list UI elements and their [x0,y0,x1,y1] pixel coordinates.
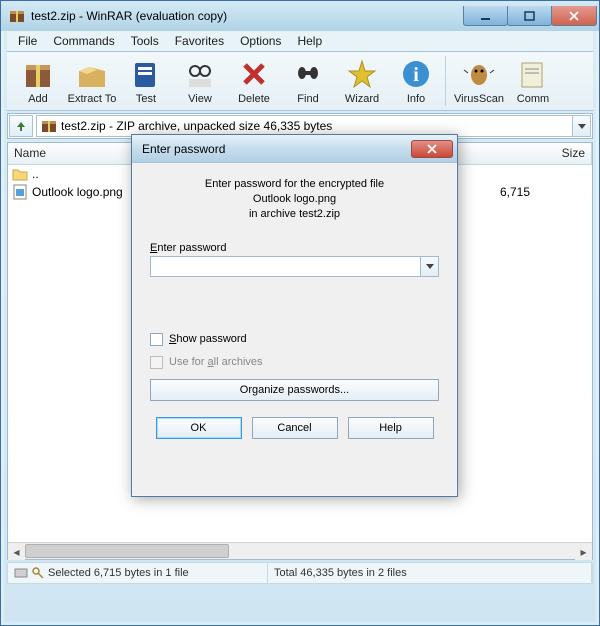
password-dialog: Enter password Enter password for the en… [131,134,458,497]
cancel-button[interactable]: Cancel [252,417,338,439]
chevron-down-icon [426,264,434,269]
toolbar-extract-label: Extract To [68,93,117,105]
show-password-label: Show password [169,333,247,345]
dialog-title: Enter password [142,142,411,156]
chevron-down-icon [578,124,586,129]
toolbar-separator [445,56,450,106]
maximize-button[interactable] [507,6,552,26]
menu-help[interactable]: Help [290,32,329,50]
show-password-checkbox[interactable] [150,333,163,346]
toolbar-comment-label: Comm [517,93,549,105]
dialog-message-line3: in archive test2.zip [150,207,439,222]
window-titlebar[interactable]: test2.zip - WinRAR (evaluation copy) [1,1,599,31]
status-total: Total 46,335 bytes in 2 files [268,563,592,583]
address-dropdown[interactable] [573,115,591,137]
menu-options[interactable]: Options [233,32,288,50]
disk-icon [14,567,28,579]
winrar-icon [9,8,25,24]
show-password-checkbox-row[interactable]: Show password [150,333,439,346]
menu-favorites[interactable]: Favorites [168,32,231,50]
scroll-left-button[interactable]: ◂ [8,543,25,560]
minimize-button[interactable] [463,6,508,26]
toolbar-virusscan[interactable]: VirusScan [452,53,506,108]
scroll-thumb[interactable] [25,544,229,558]
toolbar-extract[interactable]: Extract To [65,53,119,108]
address-text: test2.zip - ZIP archive, unpacked size 4… [61,119,332,133]
use-for-all-checkbox-row: Use for all archives [150,356,439,369]
status-bar: Selected 6,715 bytes in 1 file Total 46,… [7,562,593,584]
menu-file[interactable]: File [11,32,44,50]
archive-icon [41,118,57,134]
toolbar-view[interactable]: View [173,53,227,108]
password-label-text: nter password [157,242,226,254]
dialog-message: Enter password for the encrypted file Ou… [150,177,439,222]
key-icon [32,567,44,579]
toolbar-virusscan-label: VirusScan [454,93,504,105]
toolbar-wizard-label: Wizard [345,93,379,105]
ok-button[interactable]: OK [156,417,242,439]
toolbar-find-label: Find [297,93,318,105]
dialog-message-line1: Enter password for the encrypted file [150,177,439,192]
toolbar: Add Extract To Test View Delete Find Wiz… [7,52,593,111]
close-button[interactable] [551,6,597,26]
organize-passwords-button[interactable]: Organize passwords... [150,379,439,401]
status-selection-text: Selected 6,715 bytes in 1 file [48,567,189,579]
dialog-titlebar[interactable]: Enter password [132,135,457,163]
dialog-button-row: OK Cancel Help [150,417,439,439]
dialog-close-button[interactable] [411,140,453,158]
status-total-text: Total 46,335 bytes in 2 files [274,567,407,579]
toolbar-test[interactable]: Test [119,53,173,108]
status-selection: Selected 6,715 bytes in 1 file [8,563,268,583]
toolbar-find[interactable]: Find [281,53,335,108]
use-for-all-checkbox [150,356,163,369]
toolbar-comment[interactable]: Comm [506,53,560,108]
password-input[interactable] [150,256,421,277]
svg-text:i: i [413,64,419,86]
dialog-body: Enter password for the encrypted file Ou… [132,163,457,449]
menu-tools[interactable]: Tools [124,32,166,50]
folder-up-icon [12,166,28,182]
scroll-track[interactable] [25,543,575,559]
menubar: File Commands Tools Favorites Options He… [7,31,593,52]
scroll-right-button[interactable]: ▸ [575,543,592,560]
toolbar-info[interactable]: i Info [389,53,443,108]
help-button[interactable]: Help [348,417,434,439]
close-icon [426,144,438,154]
horizontal-scrollbar[interactable]: ◂ ▸ [8,542,592,559]
dialog-message-line2: Outlook logo.png [150,192,439,207]
up-arrow-icon [14,119,28,133]
go-up-button[interactable] [9,115,33,137]
png-file-icon [12,184,28,200]
menu-commands[interactable]: Commands [46,32,121,50]
main-window: test2.zip - WinRAR (evaluation copy) Fil… [0,0,600,626]
toolbar-wizard[interactable]: Wizard [335,53,389,108]
toolbar-delete-label: Delete [238,93,270,105]
password-dropdown-button[interactable] [421,256,439,277]
toolbar-delete[interactable]: Delete [227,53,281,108]
toolbar-info-label: Info [407,93,425,105]
toolbar-add[interactable]: Add [11,53,65,108]
toolbar-add-label: Add [28,93,48,105]
password-label: Enter password [150,242,439,254]
window-title: test2.zip - WinRAR (evaluation copy) [31,9,464,23]
toolbar-view-label: View [188,93,212,105]
toolbar-test-label: Test [136,93,156,105]
use-for-all-label: Use for all archives [169,356,263,368]
